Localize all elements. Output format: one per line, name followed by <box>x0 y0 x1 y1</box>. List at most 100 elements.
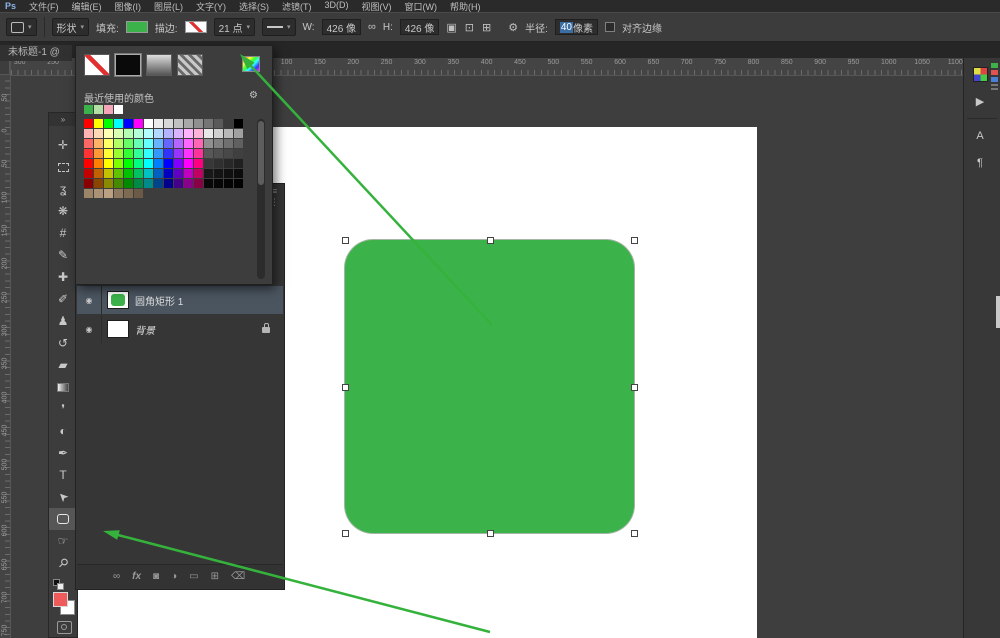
palette-swatch[interactable] <box>134 119 143 128</box>
palette-swatch[interactable] <box>144 169 153 178</box>
new-layer-icon[interactable]: ⊞ <box>211 572 219 582</box>
default-colors-icon[interactable] <box>53 579 65 589</box>
palette-swatch[interactable] <box>94 129 103 138</box>
palette-swatch[interactable] <box>84 139 93 148</box>
tool-preset-picker[interactable]: ▾ <box>6 18 37 36</box>
healing-brush-tool[interactable]: ✚ <box>49 266 77 288</box>
quick-selection-tool[interactable]: ❋ <box>49 200 77 222</box>
marquee-tool[interactable] <box>49 156 77 178</box>
layer-style-icon[interactable]: fx <box>132 572 141 582</box>
palette-swatch[interactable] <box>104 159 113 168</box>
palette-swatch[interactable] <box>104 189 113 198</box>
layer-name[interactable]: 圆角矩形 1 <box>135 293 283 308</box>
palette-swatch[interactable] <box>124 139 133 148</box>
shape-handle[interactable] <box>631 530 638 537</box>
palette-swatch[interactable] <box>84 189 93 198</box>
palette-swatch[interactable] <box>174 159 183 168</box>
link-dimensions-icon[interactable]: ∞ <box>368 21 376 33</box>
palette-swatch[interactable] <box>204 169 213 178</box>
shape-tool[interactable] <box>49 508 77 530</box>
shape-handle[interactable] <box>631 384 638 391</box>
palette-swatch[interactable] <box>94 139 103 148</box>
move-tool[interactable]: ✛ <box>49 134 77 156</box>
menu-item[interactable]: 编辑(E) <box>72 0 102 13</box>
shape-handle[interactable] <box>342 237 349 244</box>
palette-swatch[interactable] <box>134 129 143 138</box>
palette-swatch[interactable] <box>184 149 193 158</box>
palette-swatch[interactable] <box>104 179 113 188</box>
menu-item[interactable]: 图层(L) <box>154 0 183 13</box>
palette-swatch[interactable] <box>224 129 233 138</box>
palette-swatch[interactable] <box>154 149 163 158</box>
palette-swatch[interactable] <box>134 149 143 158</box>
palette-swatch[interactable] <box>174 139 183 148</box>
menu-item[interactable]: 文字(Y) <box>196 0 226 13</box>
palette-swatch[interactable] <box>114 129 123 138</box>
blur-tool[interactable]: ❜ <box>49 398 77 420</box>
zoom-tool[interactable]: ⚲ <box>49 552 77 574</box>
palette-swatch[interactable] <box>234 139 243 148</box>
palette-swatch[interactable] <box>184 159 193 168</box>
palette-swatch[interactable] <box>124 189 133 198</box>
palette-swatch[interactable] <box>214 159 223 168</box>
palette-swatch[interactable] <box>224 179 233 188</box>
palette-swatch[interactable] <box>194 149 203 158</box>
palette-swatch[interactable] <box>224 139 233 148</box>
gradient-tool[interactable] <box>49 376 77 398</box>
brush-tool[interactable]: ✐ <box>49 288 77 310</box>
layer-mask-icon[interactable]: ◙ <box>153 572 159 582</box>
palette-swatch[interactable] <box>154 159 163 168</box>
swatches-panel-button[interactable] <box>968 63 992 85</box>
palette-swatch[interactable] <box>234 119 243 128</box>
palette-swatch[interactable] <box>224 169 233 178</box>
stroke-width-dropdown[interactable]: 21 点 ▾ <box>214 18 255 36</box>
palette-swatch[interactable] <box>204 139 213 148</box>
palette-swatch[interactable] <box>234 159 243 168</box>
palette-swatch[interactable] <box>204 119 213 128</box>
document-tab[interactable]: 未标题-1 @ <box>0 45 72 61</box>
color-picker-icon[interactable] <box>242 56 260 72</box>
path-operations-icon[interactable]: ▣ <box>446 21 456 34</box>
solid-color-button[interactable] <box>115 54 141 76</box>
hand-tool[interactable]: ☞ <box>49 530 77 552</box>
palette-swatch[interactable] <box>164 149 173 158</box>
scrollbar-thumb[interactable] <box>258 121 264 185</box>
palette-swatch[interactable] <box>154 129 163 138</box>
toolbar-collapse-button[interactable]: » <box>49 113 77 126</box>
palette-swatch[interactable] <box>144 159 153 168</box>
palette-swatch[interactable] <box>174 179 183 188</box>
height-field[interactable]: 426 像 <box>400 19 439 35</box>
foreground-color-swatch[interactable] <box>53 592 68 607</box>
palette-swatch[interactable] <box>84 129 93 138</box>
palette-swatch[interactable] <box>214 139 223 148</box>
palette-swatch[interactable] <box>214 179 223 188</box>
layer-name[interactable]: 背景 <box>135 322 283 337</box>
palette-swatch[interactable] <box>104 149 113 158</box>
palette-swatch[interactable] <box>234 169 243 178</box>
palette-swatch[interactable] <box>194 119 203 128</box>
palette-swatch[interactable] <box>224 149 233 158</box>
palette-swatch[interactable] <box>114 119 123 128</box>
palette-swatch[interactable] <box>164 169 173 178</box>
palette-swatch[interactable] <box>94 169 103 178</box>
paragraph-panel-button[interactable]: ¶ <box>968 152 992 174</box>
palette-swatch[interactable] <box>94 189 103 198</box>
character-panel-button[interactable]: A <box>968 125 992 147</box>
palette-swatch[interactable] <box>184 179 193 188</box>
palette-swatch[interactable] <box>154 139 163 148</box>
palette-swatch[interactable] <box>154 169 163 178</box>
fill-color-swatch[interactable] <box>126 21 148 33</box>
palette-swatch[interactable] <box>104 119 113 128</box>
palette-swatch[interactable] <box>174 129 183 138</box>
palette-swatch[interactable] <box>144 149 153 158</box>
palette-swatch[interactable] <box>164 139 173 148</box>
menu-item[interactable]: 视图(V) <box>362 0 392 13</box>
no-color-button[interactable] <box>84 54 110 76</box>
palette-swatch[interactable] <box>164 179 173 188</box>
palette-swatch[interactable] <box>134 139 143 148</box>
palette-swatch[interactable] <box>114 179 123 188</box>
crop-tool[interactable]: # <box>49 222 77 244</box>
palette-swatch[interactable] <box>84 149 93 158</box>
palette-swatch[interactable] <box>84 179 93 188</box>
palette-swatch[interactable] <box>234 149 243 158</box>
